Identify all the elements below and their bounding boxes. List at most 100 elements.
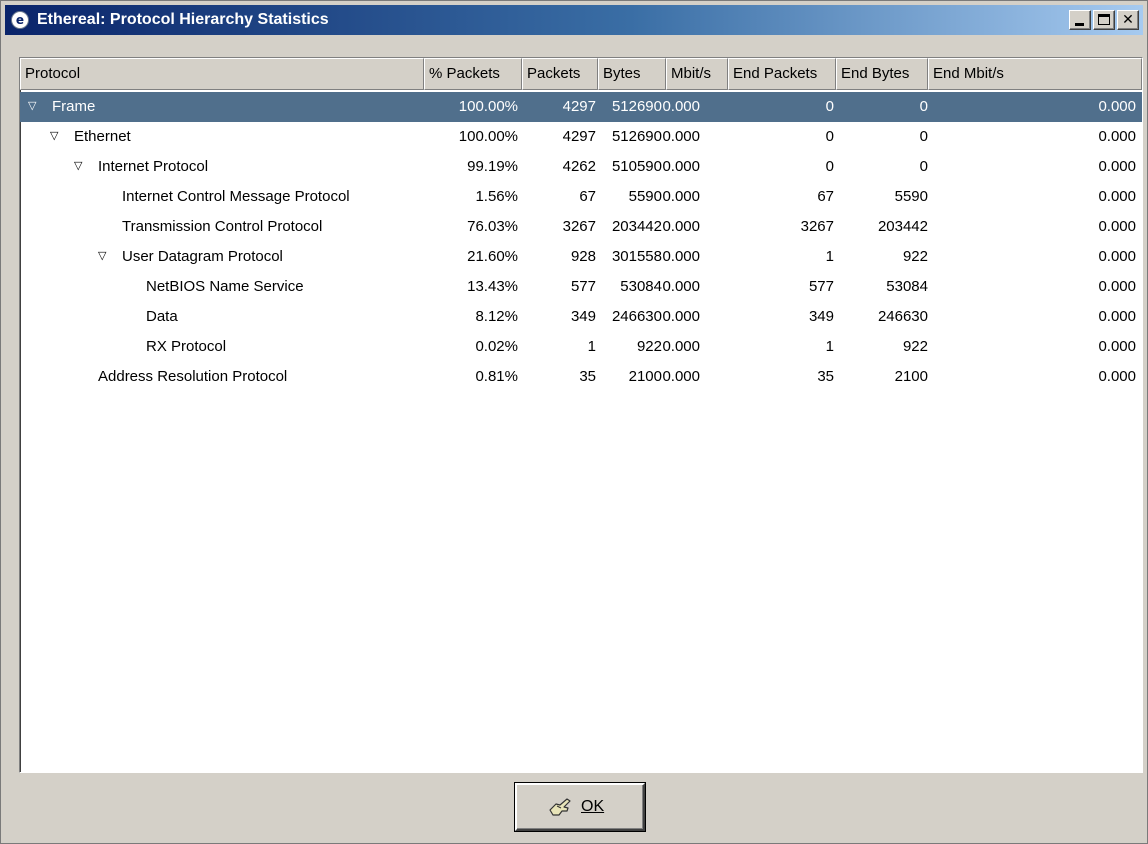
col-end-packets-value: 1: [825, 338, 834, 355]
col-end-packets-value: 577: [808, 278, 834, 295]
col-mbits-value: 0.000: [662, 338, 700, 355]
col-end-bytes-value: 53084: [886, 278, 928, 295]
col-packets-value: 928: [570, 248, 596, 265]
table-row[interactable]: ▽ User Datagram Protocol 21.60% 928 301558 0.…: [20, 242, 1142, 272]
table-row[interactable]: Internet Control Message Protocol 1.56% 67…: [20, 182, 1142, 212]
col-packets-value: 4297: [562, 98, 596, 115]
table-row[interactable]: ▽ Internet Protocol 99.19% 4262 510590 0.000 0…: [20, 152, 1142, 182]
col-bytes-value: 5590: [628, 188, 662, 205]
col-packets-value: 1: [587, 338, 596, 355]
col-pct-packets-value: 0.81%: [475, 368, 518, 385]
ok-hand-icon: [549, 798, 571, 816]
header-col-protocol[interactable]: Protocol: [20, 58, 424, 90]
ok-button[interactable]: OK: [515, 783, 645, 831]
col-pct-packets-value: 8.12%: [475, 308, 518, 325]
title-bar[interactable]: e Ethereal: Protocol Hierarchy Statistic…: [5, 5, 1143, 35]
col-bytes-value: 510590: [611, 158, 662, 175]
minimize-icon: [1075, 23, 1084, 26]
col-pct-packets-value: 1.56%: [475, 188, 518, 205]
table-row[interactable]: ▽ Ethernet 100.00% 4297 512690 0.000 0 0 0.000: [20, 122, 1142, 152]
header-col-end-mbits[interactable]: End Mbit/s: [928, 58, 1142, 90]
protocol-name: User Datagram Protocol: [122, 248, 283, 265]
col-end-packets-value: 0: [825, 158, 834, 175]
col-pct-packets-value: 21.60%: [467, 248, 518, 265]
protocol-name: Internet Protocol: [98, 158, 209, 175]
ethereal-app-icon[interactable]: e: [11, 11, 29, 29]
col-end-bytes-value: 0: [919, 98, 928, 115]
col-end-packets-value: 67: [817, 188, 834, 205]
col-pct-packets-value: 0.02%: [475, 338, 518, 355]
protocol-tree-list[interactable]: Protocol% Packets Packets Bytes Mbit/s End P…: [19, 57, 1143, 773]
column-header-row: Protocol% Packets Packets Bytes Mbit/s End P…: [20, 58, 1142, 92]
col-end-packets-value: 349: [808, 308, 834, 325]
col-end-mbits-value: 0.000: [1098, 278, 1136, 295]
col-bytes-value: 203442: [611, 218, 662, 235]
close-icon: ✕: [1122, 12, 1134, 28]
col-bytes-value: 301558: [611, 248, 662, 265]
col-pct-packets-value: 13.43%: [467, 278, 518, 295]
protocol-name: Data: [146, 308, 178, 325]
col-end-bytes-value: 246630: [877, 308, 928, 325]
col-end-bytes-value: 922: [902, 248, 928, 265]
header-col-end-packets[interactable]: End Packets: [728, 58, 836, 90]
col-mbits-value: 0.000: [662, 128, 700, 145]
expand-triangle-icon[interactable]: ▽: [98, 242, 106, 272]
col-packets-value: 4297: [562, 128, 596, 145]
col-packets-value: 349: [570, 308, 596, 325]
table-row[interactable]: Transmission Control Protocol 76.03% 3267 2…: [20, 212, 1142, 242]
header-col-end-bytes[interactable]: End Bytes: [836, 58, 928, 90]
protocol-hierarchy-window: e Ethereal: Protocol Hierarchy Statistic…: [0, 0, 1148, 844]
col-end-mbits-value: 0.000: [1098, 128, 1136, 145]
maximize-button[interactable]: [1093, 10, 1115, 30]
col-pct-packets-value: 99.19%: [467, 158, 518, 175]
col-end-packets-value: 0: [825, 128, 834, 145]
col-end-mbits-value: 0.000: [1098, 308, 1136, 325]
col-end-mbits-value: 0.000: [1098, 338, 1136, 355]
expand-triangle-icon[interactable]: ▽: [28, 92, 36, 122]
col-end-mbits-value: 0.000: [1098, 158, 1136, 175]
header-col-mbits[interactable]: Mbit/s: [666, 58, 728, 90]
header-col-pct-packets[interactable]: % Packets: [424, 58, 522, 90]
col-mbits-value: 0.000: [662, 278, 700, 295]
minimize-button[interactable]: [1069, 10, 1091, 30]
expand-triangle-icon[interactable]: ▽: [50, 122, 58, 152]
col-bytes-value: 2100: [628, 368, 662, 385]
col-mbits-value: 0.000: [662, 218, 700, 235]
close-button[interactable]: ✕: [1117, 10, 1139, 30]
col-mbits-value: 0.000: [662, 368, 700, 385]
col-end-mbits-value: 0.000: [1098, 98, 1136, 115]
header-col-packets[interactable]: Packets: [522, 58, 598, 90]
col-packets-value: 35: [579, 368, 596, 385]
col-bytes-value: 922: [636, 338, 662, 355]
col-mbits-value: 0.000: [662, 98, 700, 115]
col-packets-value: 577: [570, 278, 596, 295]
expand-triangle-icon[interactable]: ▽: [74, 152, 82, 182]
col-bytes-value: 512690: [611, 128, 662, 145]
col-pct-packets-value: 100.00%: [458, 128, 518, 145]
header-col-bytes[interactable]: Bytes: [598, 58, 666, 90]
protocol-name: Ethernet: [74, 128, 131, 145]
window-title: Ethereal: Protocol Hierarchy Statistics: [37, 11, 329, 28]
col-bytes-value: 53084: [620, 278, 662, 295]
table-row[interactable]: RX Protocol 0.02% 1 922 0.000 1 922 0.000: [20, 332, 1142, 362]
col-end-bytes-value: 2100: [894, 368, 928, 385]
col-end-mbits-value: 0.000: [1098, 248, 1136, 265]
table-row[interactable]: Address Resolution Protocol 0.81% 35 2100 0.…: [20, 362, 1142, 392]
col-end-mbits-value: 0.000: [1098, 218, 1136, 235]
col-end-bytes-value: 203442: [877, 218, 928, 235]
table-row[interactable]: ▽ Frame 100.00% 4297 512690 0.000 0 0 0.000: [20, 92, 1142, 122]
protocol-name: Frame: [52, 98, 96, 115]
col-mbits-value: 0.000: [662, 158, 700, 175]
table-row[interactable]: Data 8.12% 349 246630 0.000 349 246630 0.000: [20, 302, 1142, 332]
col-packets-value: 3267: [562, 218, 596, 235]
col-mbits-value: 0.000: [662, 308, 700, 325]
col-pct-packets-value: 100.00%: [458, 98, 518, 115]
col-mbits-value: 0.000: [662, 248, 700, 265]
protocol-name: RX Protocol: [146, 338, 227, 355]
col-pct-packets-value: 76.03%: [467, 218, 518, 235]
col-bytes-value: 512690: [611, 98, 662, 115]
table-row[interactable]: NetBIOS Name Service 13.43% 577 53084 0.000 5…: [20, 272, 1142, 302]
col-end-packets-value: 0: [825, 98, 834, 115]
col-packets-value: 4262: [562, 158, 596, 175]
col-mbits-value: 0.000: [662, 188, 700, 205]
